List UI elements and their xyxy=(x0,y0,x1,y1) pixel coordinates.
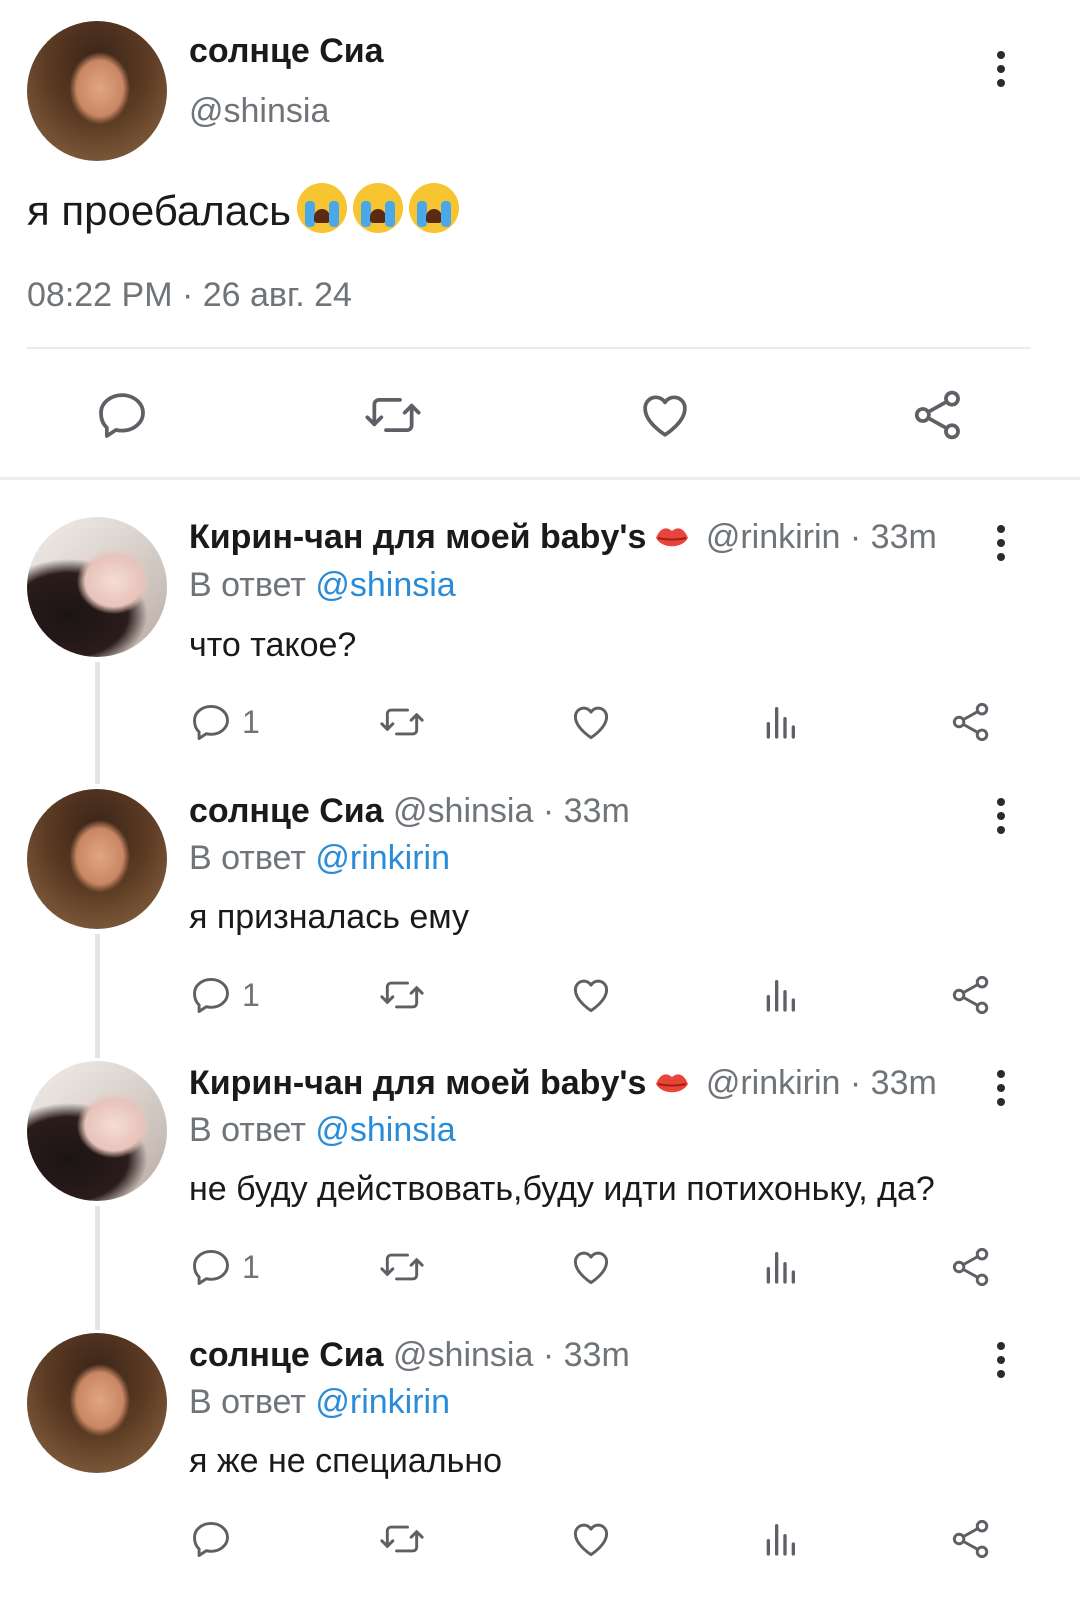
reply-display-name[interactable]: Кирин-чан для моей baby's xyxy=(189,518,646,556)
reply-count: 1 xyxy=(242,704,260,740)
analytics-icon[interactable] xyxy=(760,1519,800,1559)
retweet-icon[interactable] xyxy=(377,700,427,744)
reply-text: я же не специально xyxy=(189,1442,503,1480)
share-icon[interactable] xyxy=(949,700,993,744)
like-heart-icon[interactable] xyxy=(569,700,613,744)
reply-count: 1 xyxy=(242,1249,260,1285)
reply-context: В ответ @shinsia xyxy=(189,566,456,605)
reply-avatar[interactable] xyxy=(27,789,167,929)
reply-context: В ответ @rinkirin xyxy=(189,839,450,878)
main-tweet-avatar[interactable] xyxy=(27,21,167,161)
section-divider xyxy=(0,477,1080,480)
reply-icon[interactable] xyxy=(189,700,233,744)
share-icon[interactable] xyxy=(949,1245,993,1289)
main-tweet-divider xyxy=(27,347,1031,349)
reply-avatar[interactable] xyxy=(27,1061,167,1201)
main-tweet-display-name[interactable]: солнце Сиа xyxy=(189,32,384,71)
like-heart-icon[interactable] xyxy=(637,387,693,443)
reply-avatar[interactable] xyxy=(27,1333,167,1473)
reply-more-menu-button[interactable] xyxy=(996,798,1006,834)
reply-text: не буду действовать,буду идти потихоньку… xyxy=(189,1170,935,1208)
reply-display-name[interactable]: солнце Сиа xyxy=(189,1336,384,1374)
reply-icon[interactable] xyxy=(94,387,150,443)
reply-header: солнце Сиа @shinsia · 33m xyxy=(189,792,630,831)
reply-count: 1 xyxy=(242,977,260,1013)
reply-to-link[interactable]: @rinkirin xyxy=(315,839,450,877)
reply-text: я призналась ему xyxy=(189,898,470,936)
reply-display-name[interactable]: Кирин-чан для моей baby's xyxy=(189,1064,646,1102)
reply-to-link[interactable]: @shinsia xyxy=(315,566,455,604)
reply-icon[interactable] xyxy=(189,1245,233,1289)
loudly-crying-face-icon xyxy=(352,183,403,233)
thread-line xyxy=(95,662,100,784)
reply-handle[interactable]: @rinkirin xyxy=(706,1064,841,1102)
reply-more-menu-button[interactable] xyxy=(996,525,1006,561)
main-tweet-timestamp: 08:22 PM · 26 авг. 24 xyxy=(27,276,352,314)
reply-prefix: В ответ xyxy=(189,1111,306,1149)
main-tweet-handle[interactable]: @shinsia xyxy=(189,92,329,131)
like-heart-icon[interactable] xyxy=(569,1245,613,1289)
share-icon[interactable] xyxy=(949,973,993,1017)
analytics-icon[interactable] xyxy=(760,702,800,742)
main-tweet-more-menu-button[interactable] xyxy=(996,51,1006,87)
reply-icon[interactable] xyxy=(189,973,233,1017)
main-tweet-text: я проебалась xyxy=(27,187,291,234)
share-icon[interactable] xyxy=(910,387,966,443)
reply-time: · 33m xyxy=(849,518,937,556)
reply-header: Кирин-чан для моей baby's @rinkirin · 33… xyxy=(189,518,937,557)
thread-line xyxy=(95,1206,100,1330)
retweet-icon[interactable] xyxy=(377,973,427,1017)
reply-icon[interactable] xyxy=(189,1517,233,1561)
reply-to-link[interactable]: @rinkirin xyxy=(315,1383,450,1421)
kiss-mark-icon xyxy=(656,528,689,547)
like-heart-icon[interactable] xyxy=(569,973,613,1017)
reply-time: · 33m xyxy=(849,1064,937,1102)
analytics-icon[interactable] xyxy=(760,975,800,1015)
reply-prefix: В ответ xyxy=(189,1383,306,1421)
reply-handle[interactable]: @shinsia xyxy=(393,792,533,830)
reply-handle[interactable]: @shinsia xyxy=(393,1336,533,1374)
reply-more-menu-button[interactable] xyxy=(996,1070,1006,1106)
reply-display-name[interactable]: солнце Сиа xyxy=(189,792,384,830)
retweet-icon[interactable] xyxy=(377,1245,427,1289)
analytics-icon[interactable] xyxy=(760,1247,800,1287)
reply-text: что такое? xyxy=(189,626,357,664)
like-heart-icon[interactable] xyxy=(569,1517,613,1561)
reply-context: В ответ @shinsia xyxy=(189,1111,456,1150)
retweet-icon[interactable] xyxy=(377,1517,427,1561)
retweet-icon[interactable] xyxy=(362,387,424,443)
kiss-mark-icon xyxy=(656,1074,689,1093)
loudly-crying-face-icon xyxy=(296,183,347,233)
main-tweet-text-row: я проебалась xyxy=(27,183,459,235)
reply-more-menu-button[interactable] xyxy=(996,1342,1006,1378)
reply-to-link[interactable]: @shinsia xyxy=(315,1111,455,1149)
reply-time: · 33m xyxy=(542,792,630,830)
reply-prefix: В ответ xyxy=(189,839,306,877)
thread-line xyxy=(95,934,100,1058)
reply-handle[interactable]: @rinkirin xyxy=(706,518,841,556)
reply-header: Кирин-чан для моей baby's @rinkirin · 33… xyxy=(189,1064,937,1103)
share-icon[interactable] xyxy=(949,1517,993,1561)
reply-avatar[interactable] xyxy=(27,517,167,657)
loudly-crying-face-icon xyxy=(408,183,459,233)
reply-prefix: В ответ xyxy=(189,566,306,604)
reply-context: В ответ @rinkirin xyxy=(189,1383,450,1422)
reply-header: солнце Сиа @shinsia · 33m xyxy=(189,1336,630,1375)
reply-time: · 33m xyxy=(542,1336,630,1374)
